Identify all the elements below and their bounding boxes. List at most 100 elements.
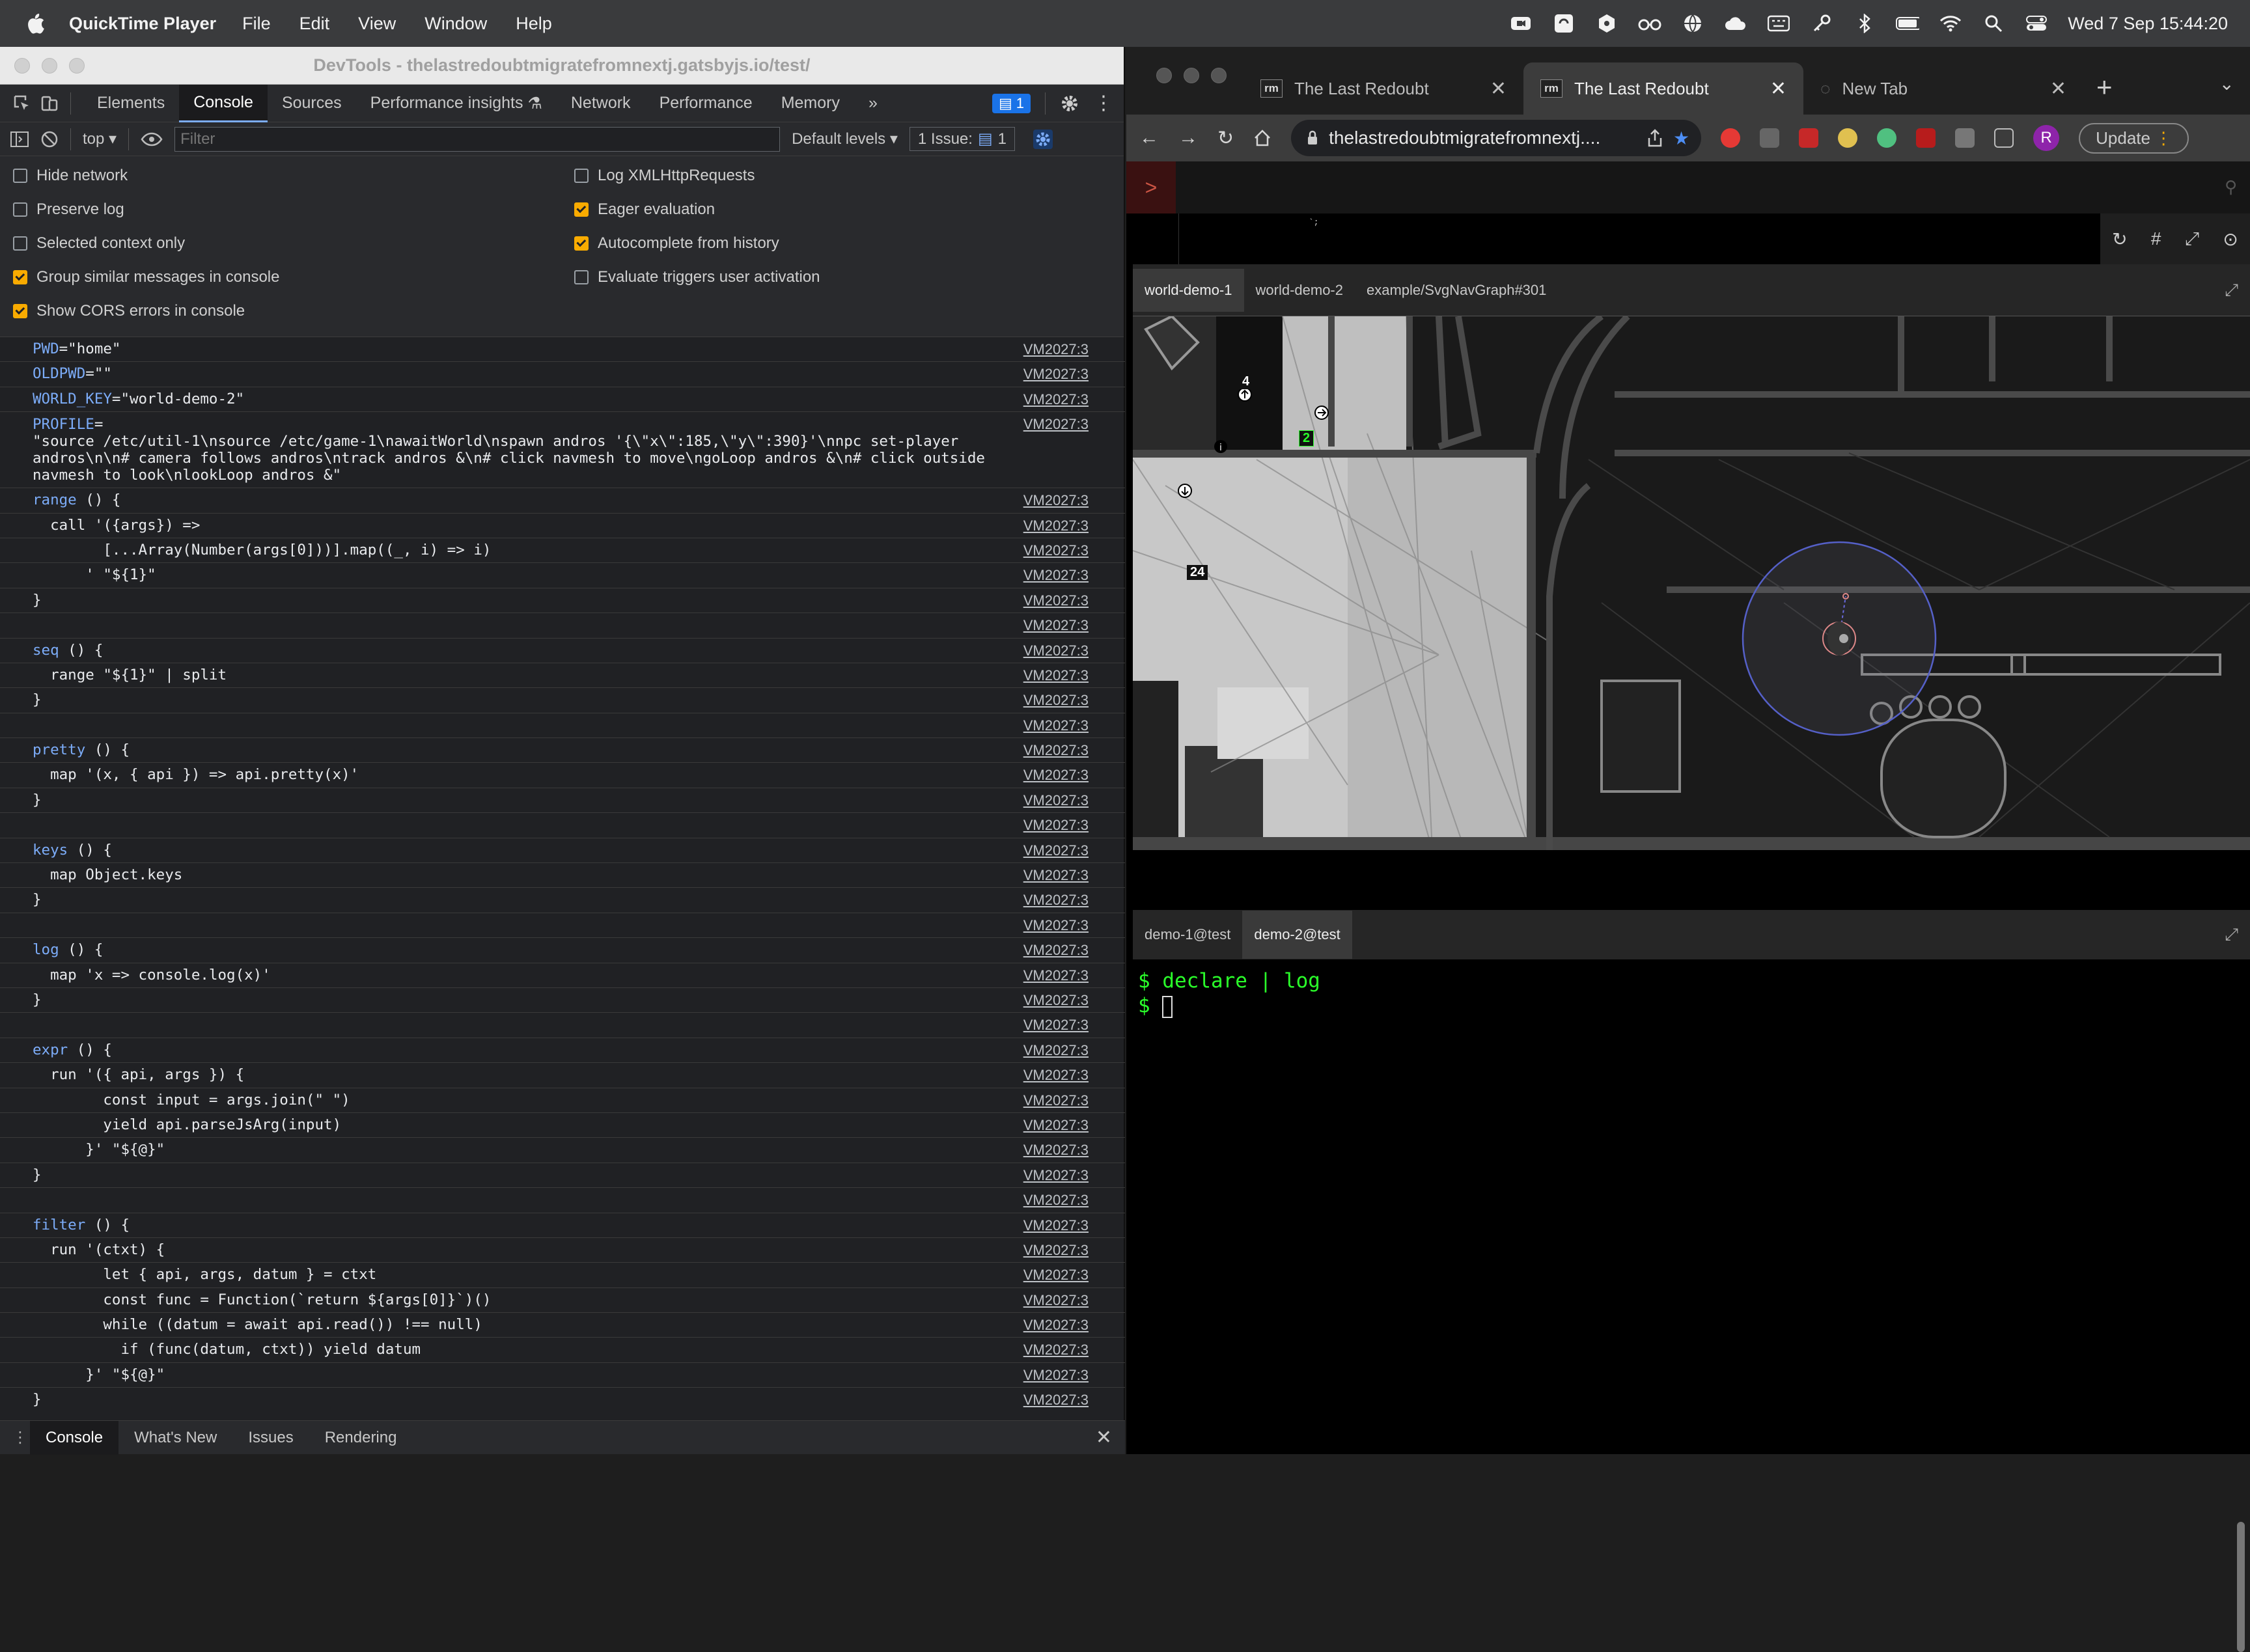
console-source-link[interactable]: VM2027:3 [1023, 412, 1089, 436]
console-source-link[interactable]: VM2027:3 [1023, 613, 1089, 637]
console-setting[interactable]: Eager evaluation [574, 200, 715, 219]
setting-checkbox[interactable] [13, 202, 27, 217]
console-source-link[interactable]: VM2027:3 [1023, 713, 1089, 737]
console-source-link[interactable]: VM2027:3 [1023, 913, 1089, 937]
console-source-link[interactable]: VM2027:3 [1023, 1063, 1089, 1087]
console-source-link[interactable]: VM2027:3 [1023, 1388, 1089, 1410]
screen-capture-icon[interactable] [1552, 14, 1576, 33]
minimize-window-button[interactable] [1184, 68, 1199, 83]
console-setting[interactable]: Log XMLHttpRequests [574, 167, 755, 185]
refresh-icon[interactable]: ↻ [2112, 228, 2127, 250]
tab-sources[interactable]: Sources [268, 85, 356, 122]
setting-checkbox[interactable] [13, 270, 27, 284]
setting-checkbox[interactable] [574, 236, 589, 251]
console-setting[interactable]: Autocomplete from history [574, 234, 779, 253]
app-name-menu[interactable]: QuickTime Player [69, 14, 216, 34]
new-tab-button[interactable]: + [2096, 72, 2113, 103]
console-source-link[interactable]: VM2027:3 [1023, 1263, 1089, 1287]
vpn-globe-icon[interactable] [1681, 14, 1704, 33]
map-door-up-icon[interactable] [1238, 387, 1252, 402]
grid-hash-icon[interactable]: # [2151, 228, 2161, 249]
console-source-link[interactable]: VM2027:3 [1023, 663, 1089, 687]
drawer-menu-icon[interactable]: ⋮ [10, 1428, 30, 1447]
console-source-link[interactable]: VM2027:3 [1023, 1313, 1089, 1337]
reload-icon[interactable]: ↻ [1217, 127, 1234, 150]
console-filter-input[interactable] [174, 126, 781, 152]
tab-search-chevron-icon[interactable]: ⌄ [2219, 73, 2234, 94]
issues-counter[interactable]: 1 Issue: ▤ 1 [909, 127, 1015, 151]
terminal-scrollbar[interactable] [2237, 1522, 2245, 1652]
setting-checkbox[interactable] [13, 169, 27, 183]
log-levels-dropdown[interactable]: Default levels ▾ [792, 130, 898, 148]
keyboard-icon[interactable] [1767, 14, 1790, 33]
extension-icon[interactable] [1799, 128, 1819, 148]
address-bar[interactable]: thelastredoubtmigratefromnextj.... ★ [1291, 120, 1702, 156]
bookmark-star-icon[interactable]: ★ [1673, 128, 1689, 149]
console-setting[interactable]: Selected context only [13, 234, 185, 253]
glasses-icon[interactable] [1638, 14, 1661, 33]
console-source-link[interactable]: VM2027:3 [1023, 639, 1089, 663]
world-tab-demo-1[interactable]: world-demo-1 [1133, 268, 1244, 312]
console-source-link[interactable]: VM2027:3 [1023, 1213, 1089, 1237]
zoom-window-button[interactable] [1211, 68, 1227, 83]
setting-checkbox[interactable] [574, 270, 589, 284]
terminal-tab-demo-2[interactable]: demo-2@test [1242, 911, 1352, 959]
console-setting[interactable]: Evaluate triggers user activation [574, 268, 820, 286]
console-source-link[interactable]: VM2027:3 [1023, 838, 1089, 862]
menu-view[interactable]: View [358, 14, 396, 34]
console-source-link[interactable]: VM2027:3 [1023, 688, 1089, 712]
console-source-link[interactable]: VM2027:3 [1023, 988, 1089, 1012]
close-tab-icon[interactable]: ✕ [2050, 77, 2066, 100]
settings-gear-icon[interactable] [1060, 94, 1079, 113]
console-setting[interactable]: Show CORS errors in console [13, 302, 245, 320]
home-icon[interactable] [1253, 129, 1271, 147]
console-source-link[interactable]: VM2027:3 [1023, 337, 1089, 361]
console-source-link[interactable]: VM2027:3 [1023, 1138, 1089, 1162]
console-source-link[interactable]: VM2027:3 [1023, 863, 1089, 887]
menu-help[interactable]: Help [516, 14, 552, 34]
console-source-link[interactable]: VM2027:3 [1023, 488, 1089, 512]
console-source-link[interactable]: VM2027:3 [1023, 888, 1089, 912]
console-source-link[interactable]: VM2027:3 [1023, 938, 1089, 962]
console-source-link[interactable]: VM2027:3 [1023, 1238, 1089, 1262]
live-expression-eye-icon[interactable] [141, 131, 163, 147]
ublock-icon[interactable] [1916, 128, 1936, 148]
console-source-link[interactable]: VM2027:3 [1023, 963, 1089, 987]
terminal-output[interactable]: $ declare | log $ [1133, 959, 2250, 1027]
console-source-link[interactable]: VM2027:3 [1023, 1013, 1089, 1037]
clear-console-icon[interactable] [40, 130, 59, 148]
extension-icon[interactable] [1721, 128, 1741, 148]
share-icon[interactable] [1647, 129, 1663, 147]
extension-icon[interactable] [1838, 128, 1858, 148]
wifi-icon[interactable] [1939, 14, 1962, 33]
console-source-link[interactable]: VM2027:3 [1023, 1288, 1089, 1312]
setting-checkbox[interactable] [13, 236, 27, 251]
drawer-tab-whats-new[interactable]: What's New [118, 1421, 232, 1455]
tab-elements[interactable]: Elements [83, 85, 179, 122]
more-options-icon[interactable]: ⋮ [1094, 92, 1113, 115]
terminal-prompt-line[interactable]: $ [1138, 993, 2245, 1018]
maximize-panel-icon[interactable]: ⤢ [2225, 924, 2238, 945]
setting-checkbox[interactable] [574, 202, 589, 217]
close-tab-icon[interactable]: ✕ [1770, 77, 1786, 100]
browser-tab[interactable]: ◌ New Tab ✕ [1803, 62, 2083, 115]
menu-edit[interactable]: Edit [299, 14, 330, 34]
spotlight-search-icon[interactable] [1982, 14, 2005, 33]
drawer-tab-issues[interactable]: Issues [232, 1421, 309, 1455]
map-door-down-icon[interactable] [1178, 484, 1192, 498]
console-setting[interactable]: Group similar messages in console [13, 268, 280, 286]
console-source-link[interactable]: VM2027:3 [1023, 763, 1089, 787]
close-drawer-icon[interactable]: ✕ [1096, 1426, 1112, 1449]
console-source-link[interactable]: VM2027:3 [1023, 588, 1089, 613]
pin-icon[interactable]: ⚲ [2225, 177, 2237, 197]
forward-arrow-icon[interactable]: → [1178, 127, 1198, 149]
extensions-puzzle-icon[interactable] [1955, 128, 1975, 148]
console-source-link[interactable]: VM2027:3 [1023, 362, 1089, 386]
map-door-right-icon[interactable] [1314, 406, 1329, 420]
console-source-link[interactable]: VM2027:3 [1023, 387, 1089, 411]
setting-checkbox[interactable] [13, 304, 27, 318]
console-settings-gear-icon[interactable] [1033, 129, 1053, 149]
console-source-link[interactable]: VM2027:3 [1023, 514, 1089, 538]
apple-logo-icon[interactable] [25, 12, 46, 34]
device-toolbar-icon[interactable] [40, 94, 59, 113]
